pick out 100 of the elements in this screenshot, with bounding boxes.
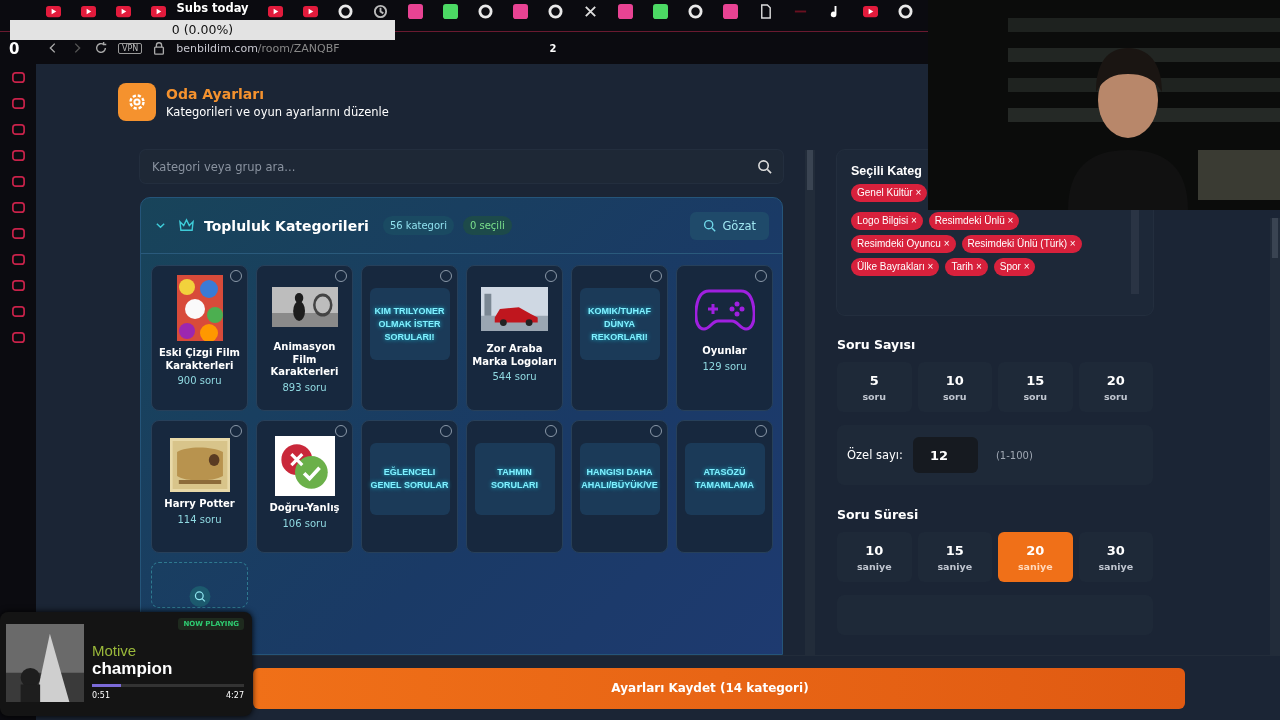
- search-card[interactable]: [151, 562, 248, 608]
- category-tag[interactable]: Logo Bilgisi ×: [851, 212, 923, 230]
- chevron-icon[interactable]: [155, 220, 166, 231]
- remove-tag-button[interactable]: ×: [943, 238, 950, 249]
- sidebar-app-icon[interactable]: [10, 226, 26, 241]
- remove-tag-button[interactable]: ×: [910, 215, 917, 226]
- reload-icon[interactable]: [94, 41, 108, 55]
- question-count: 900 soru: [177, 375, 222, 386]
- settings-icon: [118, 83, 156, 121]
- document-icon[interactable]: [758, 4, 773, 19]
- ring-icon[interactable]: [688, 4, 703, 19]
- video-icon[interactable]: [268, 4, 283, 19]
- browse-button[interactable]: Gözat: [690, 211, 769, 240]
- video-icon[interactable]: [151, 4, 166, 19]
- category-card[interactable]: HANGISI DAHA AHALI/BÜYÜK/VE: [571, 420, 668, 553]
- banner-text: ATASÖZÜ TAMAMLAMA: [684, 443, 765, 515]
- section-title: Soru Sayısı: [837, 337, 917, 352]
- sidebar-app-icon[interactable]: [10, 252, 26, 267]
- sidebar-app-icon[interactable]: [10, 200, 26, 215]
- category-tag[interactable]: Spor ×: [993, 258, 1036, 276]
- category-card[interactable]: Zor Araba Marka Logoları 544 soru: [466, 265, 563, 411]
- overlay-label: Subs today: [176, 1, 249, 15]
- banner-text: KOMIK/TUHAF DÜNYA REKORLARI!: [579, 288, 660, 360]
- category-count: 56 kategori: [382, 216, 454, 235]
- x-icon[interactable]: [583, 4, 598, 19]
- question-count: 544 soru: [492, 371, 537, 382]
- search-icon: [703, 219, 717, 232]
- artist-name: Motive: [92, 642, 138, 659]
- option-button[interactable]: 15 saniye: [917, 532, 992, 582]
- sidebar-app-icon[interactable]: [10, 70, 26, 85]
- category-card[interactable]: EĞLENCELI GENEL SORULAR: [361, 420, 458, 553]
- category-card[interactable]: KOMIK/TUHAF DÜNYA REKORLARI!: [571, 265, 668, 411]
- sidebar-app-icon[interactable]: [10, 304, 26, 319]
- crown-icon: [178, 218, 195, 233]
- sidebar-app-icon[interactable]: [10, 330, 26, 345]
- banner-text: KIM TRILYONER OLMAK İSTER SORULARI!: [369, 288, 450, 360]
- video-icon[interactable]: [81, 4, 96, 19]
- sidebar-app-icon[interactable]: [10, 122, 26, 137]
- category-name: Zor Araba Marka Logoları: [471, 343, 558, 368]
- clock-icon[interactable]: [373, 4, 388, 19]
- ring-icon[interactable]: [898, 4, 913, 19]
- remove-tag-button[interactable]: ×: [1023, 261, 1030, 272]
- video-icon[interactable]: [303, 4, 318, 19]
- scrollbar[interactable]: [805, 150, 815, 655]
- category-card[interactable]: Eski Çizgi Film Karakterleri 900 soru: [151, 265, 248, 411]
- true-false-icon: [274, 436, 335, 496]
- category-card[interactable]: Oyunlar 129 soru: [676, 265, 773, 411]
- category-tag[interactable]: Tarih ×: [945, 258, 988, 276]
- remove-tag-button[interactable]: ×: [1007, 215, 1014, 226]
- sidebar-app-icon[interactable]: [10, 174, 26, 189]
- ring-icon[interactable]: [338, 4, 353, 19]
- option-button[interactable]: 10 saniye: [837, 532, 912, 582]
- sidebar-app-icon[interactable]: [10, 96, 26, 111]
- remove-tag-button[interactable]: ×: [975, 261, 982, 272]
- sidebar-app-icon[interactable]: [10, 278, 26, 293]
- video-icon[interactable]: [863, 4, 878, 19]
- option-button[interactable]: 15 soru: [998, 362, 1073, 412]
- banner-text: HANGISI DAHA AHALI/BÜYÜK/VE: [579, 443, 660, 515]
- video-icon[interactable]: [46, 4, 61, 19]
- option-button[interactable]: 10 soru: [917, 362, 992, 412]
- section-title: Soru Süresi: [837, 507, 920, 522]
- category-card[interactable]: Animasyon Film Karakterleri 893 soru: [256, 265, 353, 411]
- remove-tag-button[interactable]: ×: [1069, 238, 1076, 249]
- category-card[interactable]: Harry Potter 114 soru: [151, 420, 248, 553]
- category-card[interactable]: KIM TRILYONER OLMAK İSTER SORULARI!: [361, 265, 458, 411]
- ring-icon[interactable]: [478, 4, 493, 19]
- category-card[interactable]: ATASÖZÜ TAMAMLAMA: [676, 420, 773, 553]
- scrollbar[interactable]: [1270, 218, 1280, 655]
- category-name: Harry Potter: [163, 498, 236, 511]
- panel-title: Topluluk Kategorileri: [204, 217, 369, 234]
- search-field[interactable]: Kategori veya grup ara...: [140, 150, 783, 183]
- search-icon[interactable]: [757, 159, 772, 174]
- remove-tag-button[interactable]: ×: [915, 187, 922, 198]
- category-tag[interactable]: Genel Kültür ×: [851, 184, 928, 202]
- ring-icon[interactable]: [548, 4, 563, 19]
- number-field[interactable]: 12: [912, 437, 978, 473]
- selected-count: 0 seçili: [462, 216, 512, 235]
- option-button[interactable]: 20 soru: [1078, 362, 1153, 412]
- category-tag[interactable]: Resimdeki Ünlü ×: [928, 212, 1020, 230]
- url-field[interactable]: benbildim.com/room/ZANQBF: [176, 41, 340, 55]
- sidebar-app-icon[interactable]: [10, 148, 26, 163]
- field-label: Özel sayı:: [847, 448, 903, 462]
- category-card[interactable]: TAHMIN SORULARI: [466, 420, 563, 553]
- tab-count: 2: [549, 42, 557, 54]
- category-tag[interactable]: Resimdeki Ünlü (Türk) ×: [961, 235, 1082, 253]
- category-tag[interactable]: Resimdeki Oyuncu ×: [851, 235, 956, 253]
- video-icon[interactable]: [116, 4, 131, 19]
- question-count: 129 soru: [702, 360, 747, 372]
- scrollbar[interactable]: [1131, 210, 1139, 294]
- option-button[interactable]: 30 saniye: [1078, 532, 1153, 582]
- page-subtitle: Kategorileri ve oyun ayarlarını düzenle: [166, 104, 389, 119]
- option-button[interactable]: 5 soru: [837, 362, 912, 412]
- question-count: 893 soru: [282, 381, 327, 393]
- vpn-badge[interactable]: VPN: [118, 42, 143, 54]
- duration-time: 4:27: [226, 691, 244, 700]
- category-card[interactable]: Doğru-Yanlış 106 soru: [256, 420, 353, 553]
- category-name: Oyunlar: [701, 345, 748, 358]
- remove-tag-button[interactable]: ×: [927, 261, 934, 272]
- category-tag[interactable]: Ülke Bayrakları ×: [851, 258, 940, 276]
- category-name: Animasyon Film Karakterleri: [269, 341, 340, 379]
